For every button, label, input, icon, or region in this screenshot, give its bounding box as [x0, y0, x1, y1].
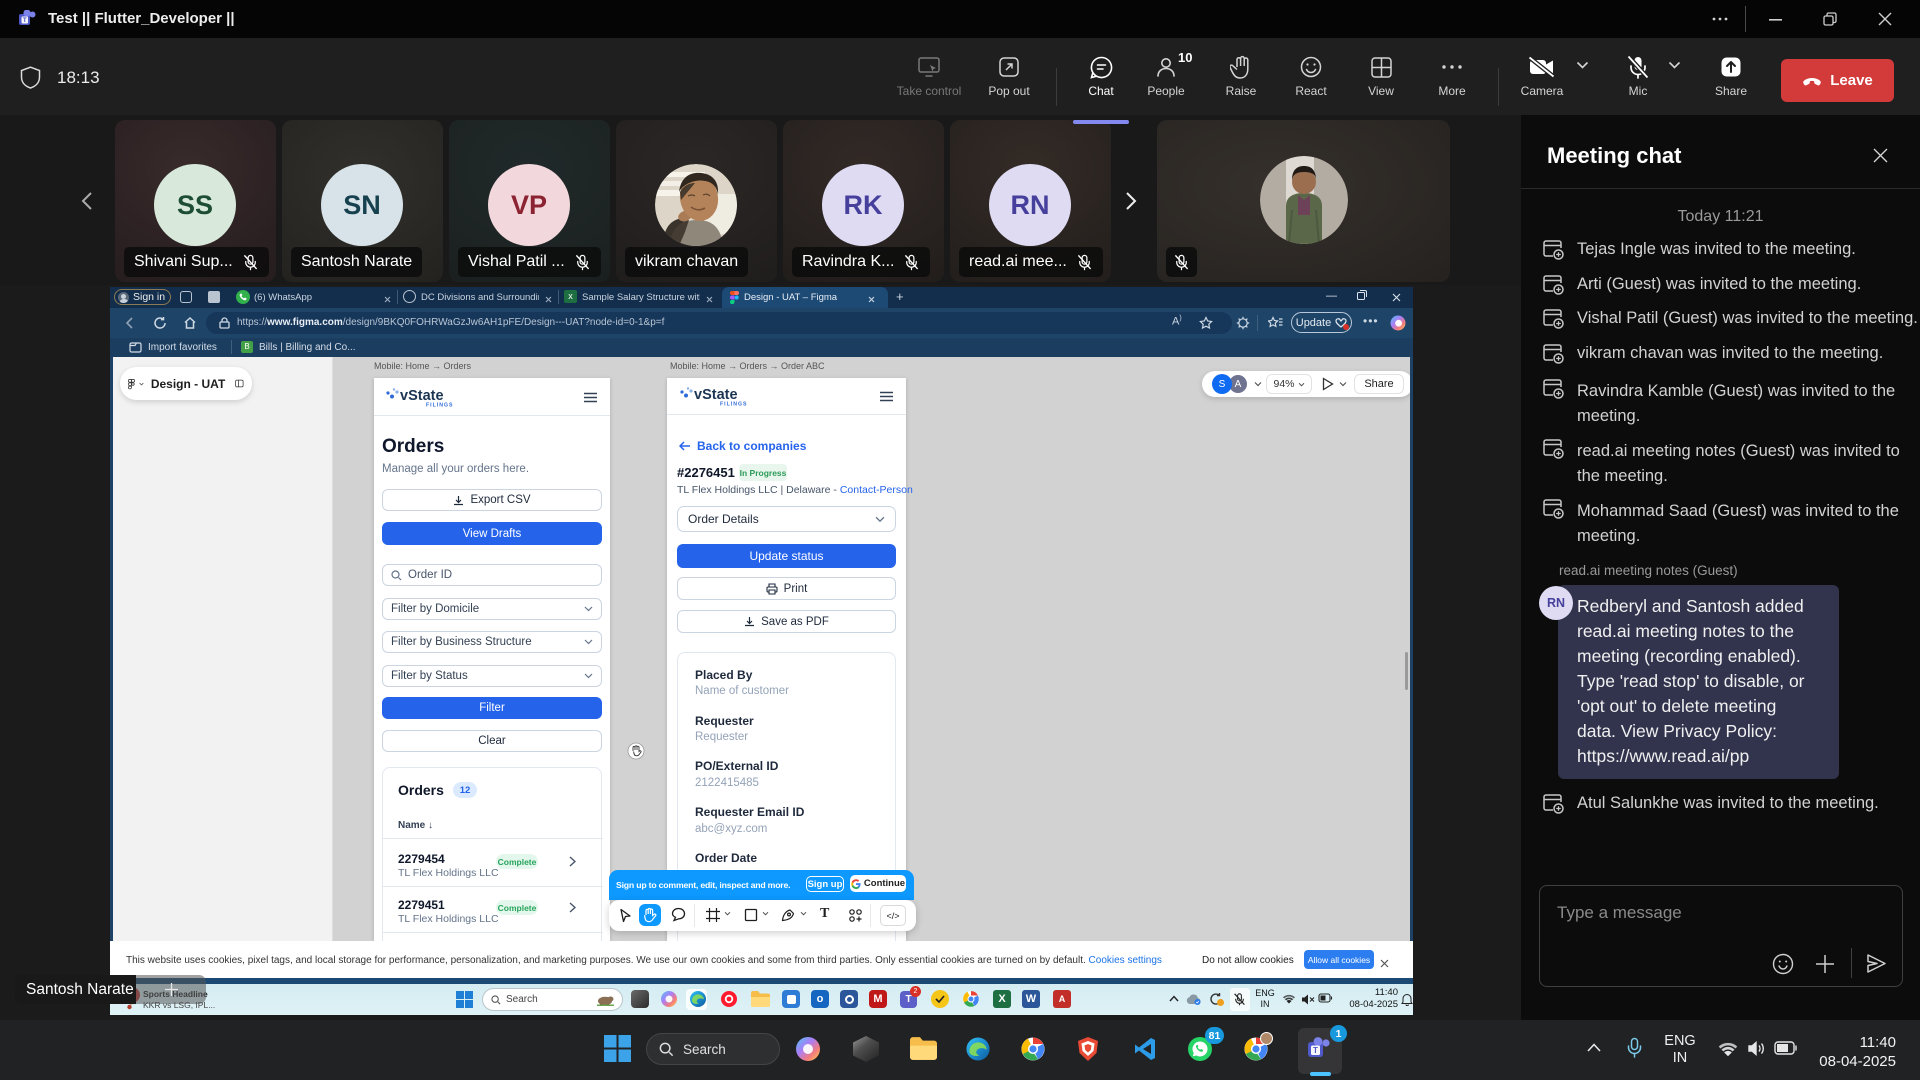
svg-text:T: T — [23, 17, 27, 24]
svg-text:FILINGS: FILINGS — [720, 402, 747, 408]
svg-text:FILINGS: FILINGS — [426, 403, 453, 409]
svg-text:T: T — [1313, 1046, 1318, 1055]
